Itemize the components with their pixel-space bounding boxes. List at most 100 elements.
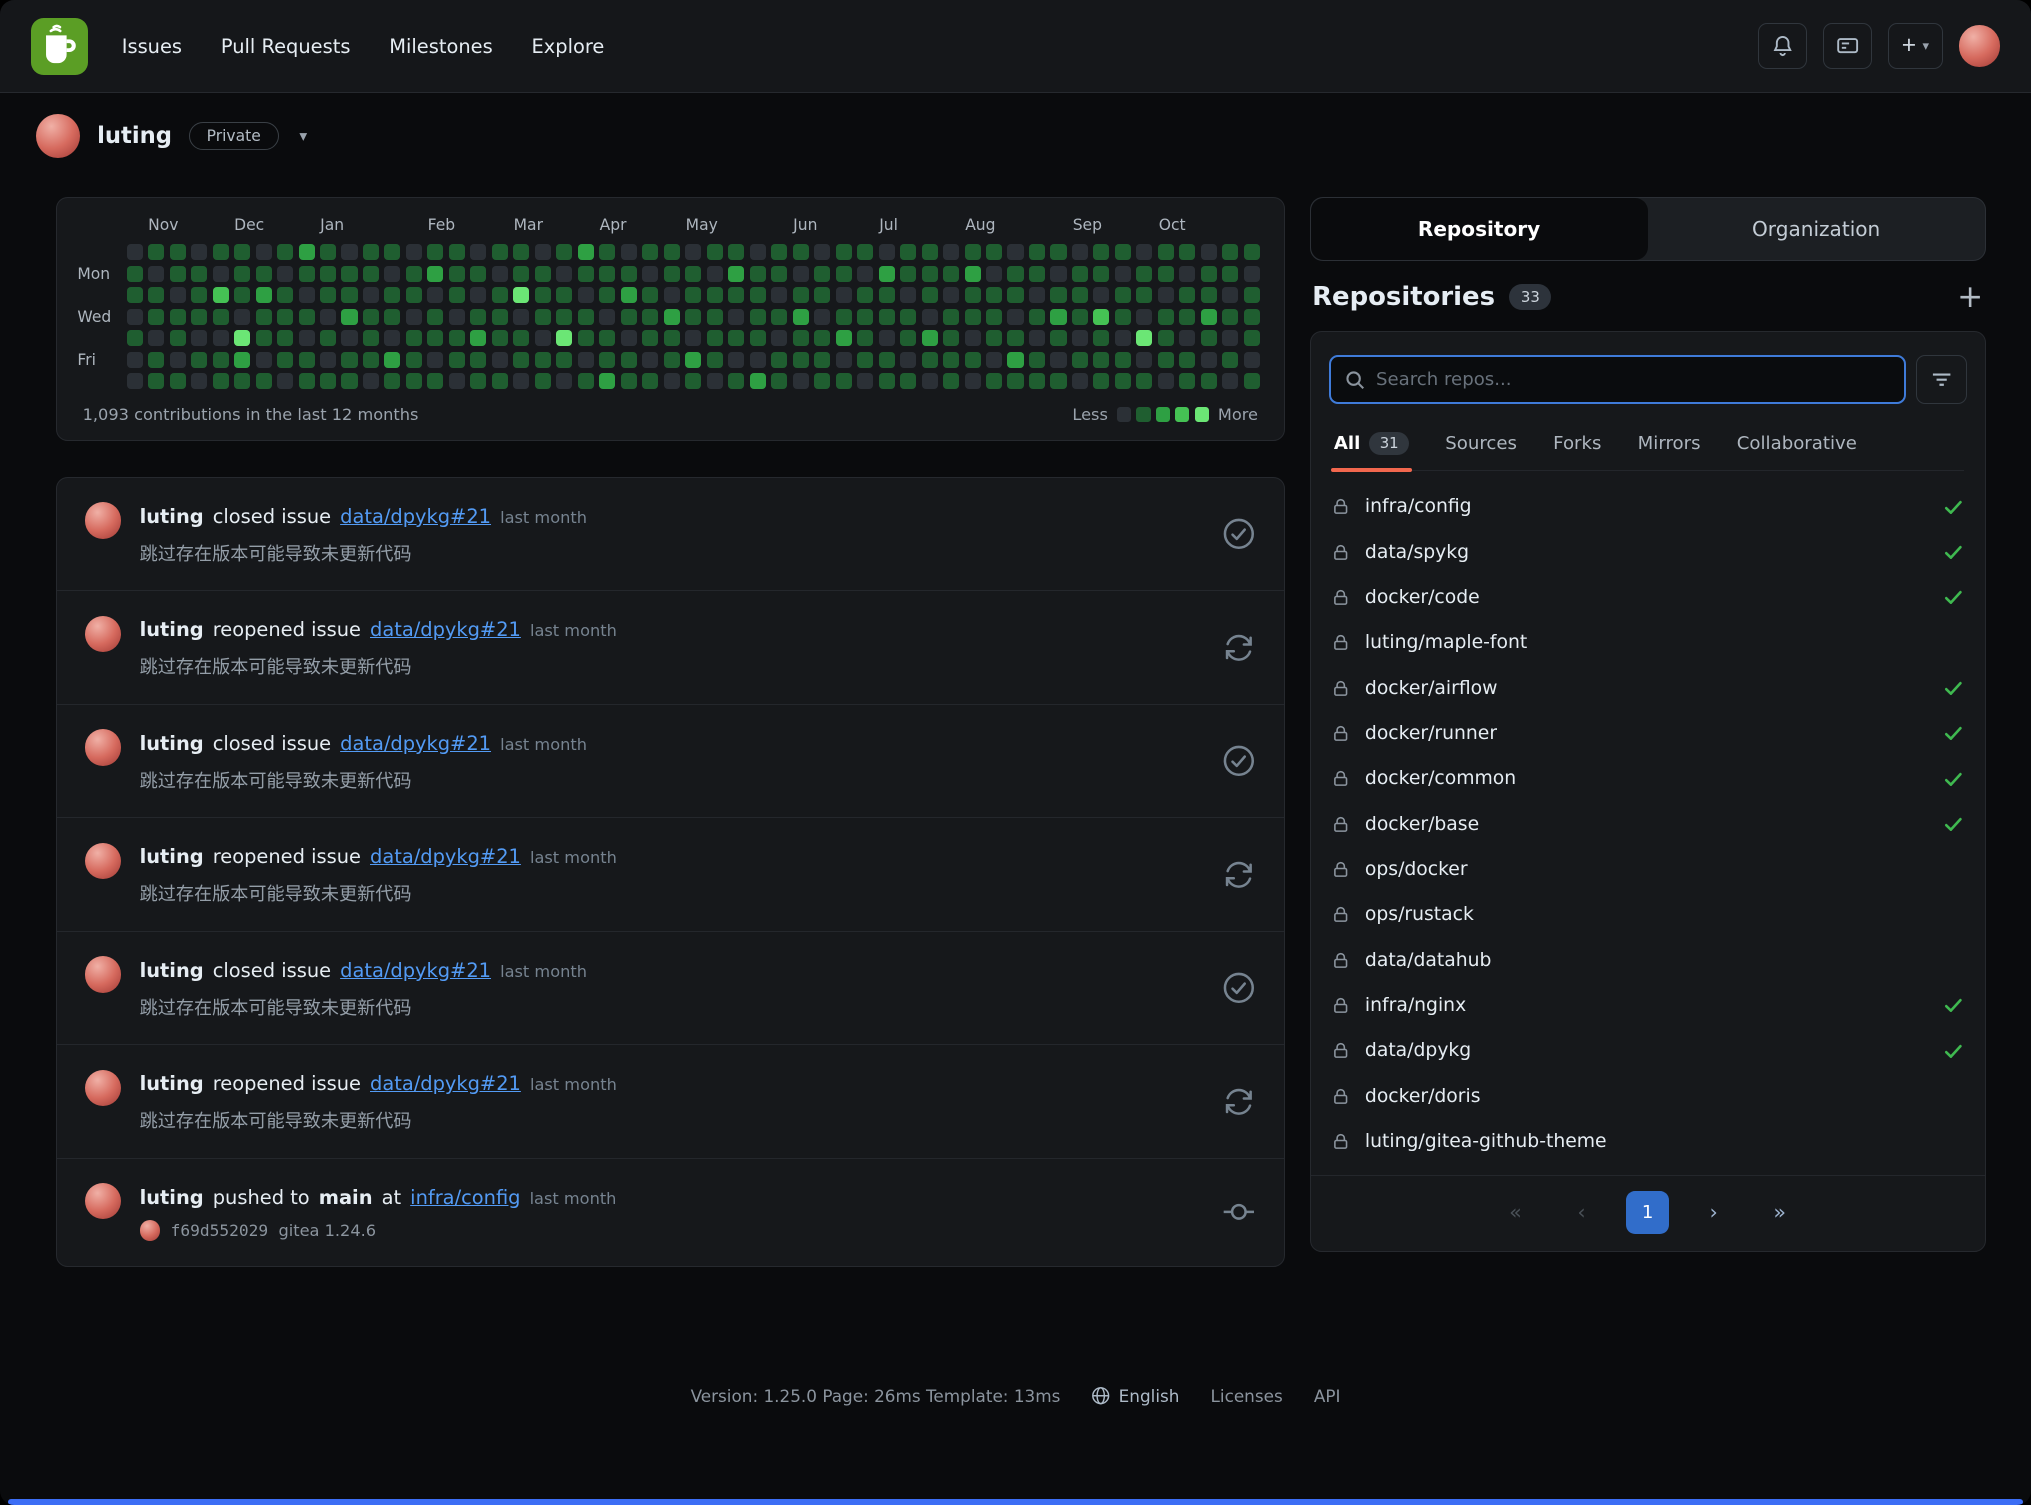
heatmap-cell[interactable] (406, 266, 422, 282)
heatmap-cell[interactable] (578, 244, 594, 260)
repo-link[interactable]: docker/code (1365, 587, 1480, 608)
heatmap-cell[interactable] (986, 309, 1002, 325)
heatmap-cell[interactable] (1007, 309, 1023, 325)
heatmap-cell[interactable] (148, 266, 164, 282)
heatmap-cell[interactable] (986, 330, 1002, 346)
heatmap-cell[interactable] (965, 287, 981, 303)
heatmap-cell[interactable] (1136, 373, 1152, 389)
repo-filter-tab-mirrors[interactable]: Mirrors (1635, 423, 1703, 471)
heatmap-cell[interactable] (707, 244, 723, 260)
heatmap-cell[interactable] (879, 352, 895, 368)
heatmap-cell[interactable] (341, 373, 357, 389)
heatmap-cell[interactable] (707, 352, 723, 368)
heatmap-cell[interactable] (299, 244, 315, 260)
heatmap-cell[interactable] (685, 330, 701, 346)
heatmap-cell[interactable] (299, 352, 315, 368)
heatmap-cell[interactable] (707, 330, 723, 346)
heatmap-cell[interactable] (556, 287, 572, 303)
heatmap-cell[interactable] (191, 330, 207, 346)
profile-dropdown-button[interactable]: ▾ (295, 123, 311, 149)
heatmap-cell[interactable] (578, 309, 594, 325)
heatmap-cell[interactable] (556, 373, 572, 389)
activity-user[interactable]: luting (140, 732, 204, 755)
heatmap-cell[interactable] (1222, 287, 1238, 303)
heatmap-cell[interactable] (406, 244, 422, 260)
heatmap-cell[interactable] (879, 287, 895, 303)
heatmap-cell[interactable] (642, 330, 658, 346)
heatmap-cell[interactable] (986, 266, 1002, 282)
gitea-logo[interactable] (31, 18, 88, 75)
navbar-link[interactable]: Milestones (389, 35, 492, 58)
heatmap-cell[interactable] (406, 352, 422, 368)
heatmap-cell[interactable] (213, 352, 229, 368)
heatmap-cell[interactable] (578, 287, 594, 303)
heatmap-cell[interactable] (277, 352, 293, 368)
repo-link[interactable]: luting/maple-font (1365, 632, 1527, 653)
repo-filter-tab-forks[interactable]: Forks (1551, 423, 1604, 471)
repo-list-item[interactable]: luting/gitea-github-theme (1331, 1119, 1964, 1164)
heatmap-cell[interactable] (599, 373, 615, 389)
repo-search-input[interactable] (1376, 369, 1891, 390)
activity-link[interactable]: data/dpykg#21 (370, 845, 521, 868)
heatmap-cell[interactable] (1201, 309, 1217, 325)
heatmap-cell[interactable] (621, 373, 637, 389)
heatmap-cell[interactable] (664, 330, 680, 346)
heatmap-cell[interactable] (857, 330, 873, 346)
repo-link[interactable]: docker/airflow (1365, 678, 1498, 699)
heatmap-cell[interactable] (127, 373, 143, 389)
heatmap-cell[interactable] (363, 266, 379, 282)
repo-list-item[interactable]: infra/nginx (1331, 983, 1964, 1028)
activity-user[interactable]: luting (140, 618, 204, 641)
heatmap-cell[interactable] (492, 373, 508, 389)
repo-list-item[interactable]: data/datahub (1331, 938, 1964, 983)
heatmap-cell[interactable] (1179, 309, 1195, 325)
actor-avatar[interactable] (85, 843, 121, 879)
heatmap-cell[interactable] (1050, 352, 1066, 368)
heatmap-cell[interactable] (1222, 309, 1238, 325)
heatmap-cell[interactable] (1136, 287, 1152, 303)
heatmap-cell[interactable] (986, 244, 1002, 260)
heatmap-cell[interactable] (556, 244, 572, 260)
heatmap-cell[interactable] (1050, 330, 1066, 346)
heatmap-cell[interactable] (965, 352, 981, 368)
heatmap-cell[interactable] (1072, 244, 1088, 260)
activity-user[interactable]: luting (140, 959, 204, 982)
heatmap-cell[interactable] (599, 266, 615, 282)
heatmap-cell[interactable] (277, 309, 293, 325)
pagination-current[interactable]: 1 (1626, 1191, 1669, 1234)
heatmap-cell[interactable] (599, 309, 615, 325)
heatmap-cell[interactable] (599, 244, 615, 260)
heatmap-cell[interactable] (427, 330, 443, 346)
heatmap-cell[interactable] (492, 309, 508, 325)
repo-list-item[interactable]: docker/base (1331, 802, 1964, 847)
repo-filter-button[interactable] (1916, 355, 1967, 404)
heatmap-cell[interactable] (578, 330, 594, 346)
heatmap-cell[interactable] (1007, 352, 1023, 368)
heatmap-cell[interactable] (642, 309, 658, 325)
repo-link[interactable]: ops/rustack (1365, 904, 1474, 925)
heatmap-cell[interactable] (621, 287, 637, 303)
heatmap-cell[interactable] (535, 330, 551, 346)
heatmap-cell[interactable] (492, 352, 508, 368)
heatmap-cell[interactable] (578, 266, 594, 282)
heatmap-cell[interactable] (922, 309, 938, 325)
heatmap-cell[interactable] (449, 244, 465, 260)
heatmap-cell[interactable] (943, 352, 959, 368)
heatmap-cell[interactable] (1093, 352, 1109, 368)
actor-avatar[interactable] (85, 502, 121, 538)
repo-link[interactable]: luting/gitea-github-theme (1365, 1131, 1607, 1152)
heatmap-cell[interactable] (1158, 266, 1174, 282)
heatmap-cell[interactable] (685, 309, 701, 325)
heatmap-cell[interactable] (363, 373, 379, 389)
heatmap-cell[interactable] (814, 266, 830, 282)
heatmap-cell[interactable] (363, 330, 379, 346)
pagination-first[interactable]: « (1494, 1191, 1537, 1234)
heatmap-cell[interactable] (1115, 352, 1131, 368)
heatmap-cell[interactable] (1179, 244, 1195, 260)
heatmap-cell[interactable] (191, 309, 207, 325)
heatmap-cell[interactable] (1007, 266, 1023, 282)
navbar-link[interactable]: Explore (532, 35, 605, 58)
heatmap-cell[interactable] (513, 373, 529, 389)
heatmap-cell[interactable] (1072, 287, 1088, 303)
heatmap-cell[interactable] (1201, 287, 1217, 303)
